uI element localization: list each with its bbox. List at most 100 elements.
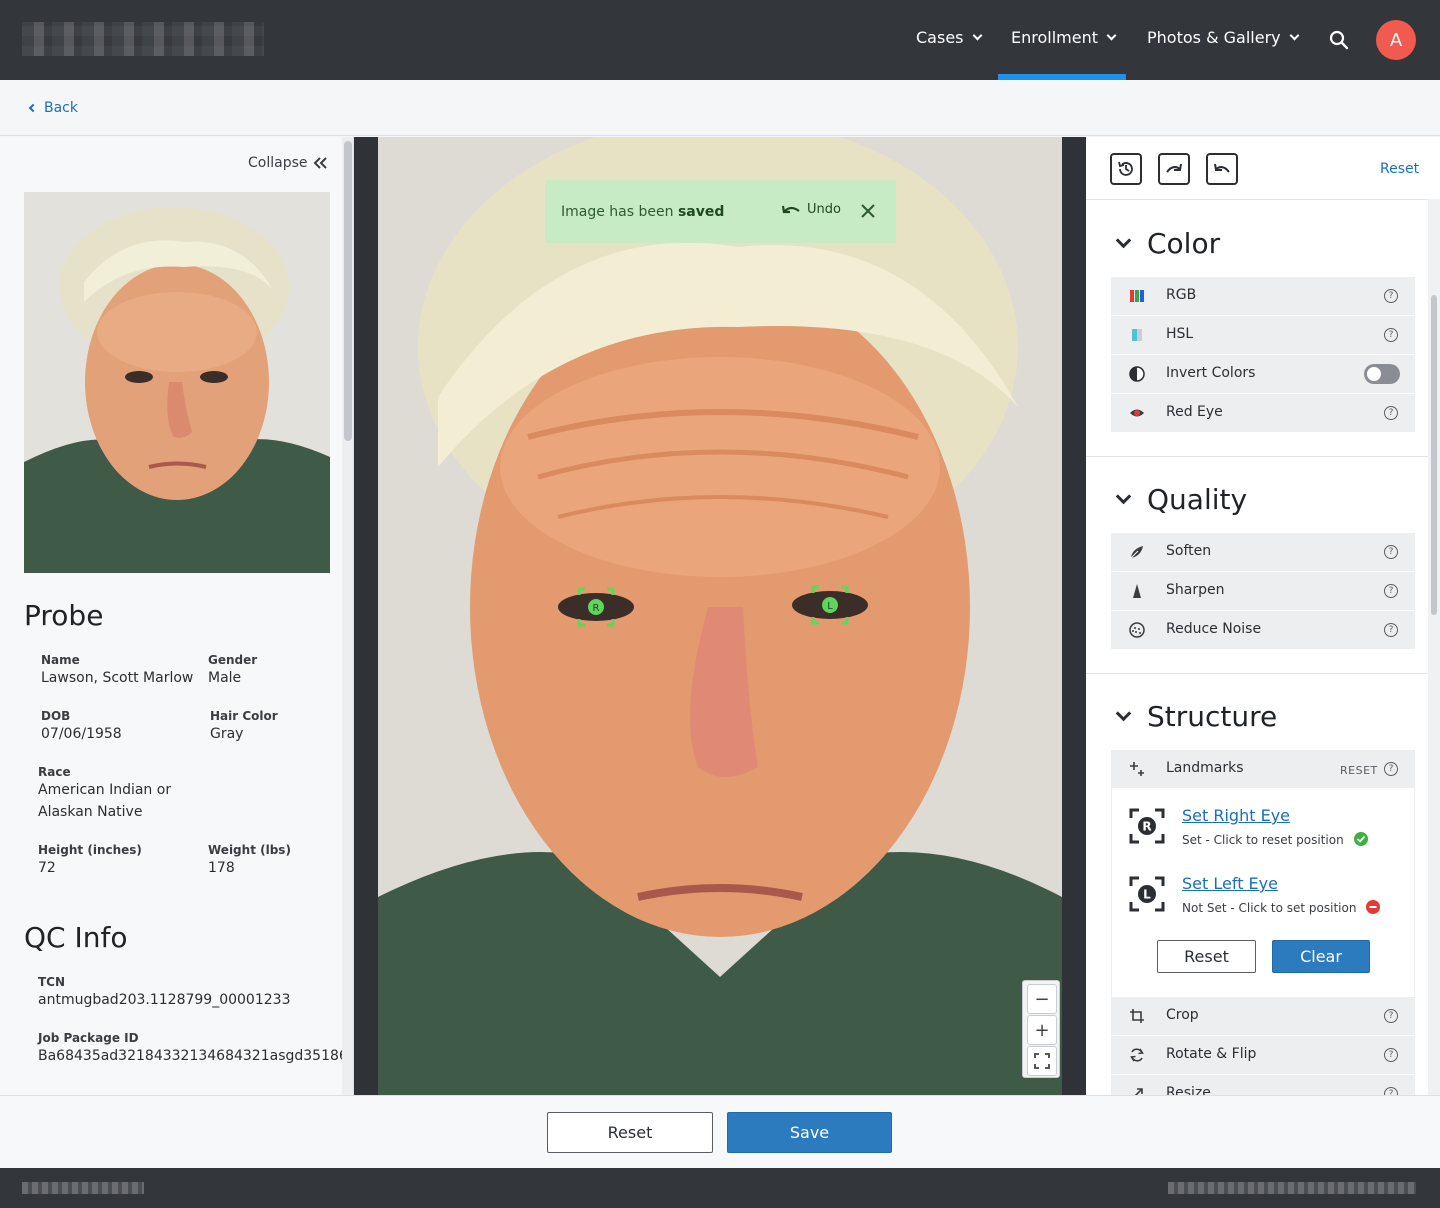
reset-button[interactable]: Reset [547, 1112, 713, 1153]
hair-color-label: Hair Color [210, 709, 278, 723]
fit-screen-button[interactable] [1027, 1046, 1057, 1076]
rgb-row[interactable]: RGB ? [1111, 277, 1415, 315]
quality-section-toggle[interactable]: Quality [1114, 483, 1247, 516]
help-icon[interactable]: ? [1384, 328, 1398, 342]
landmarks-label: Landmarks [1166, 760, 1244, 776]
hair-color-value: Gray [210, 726, 244, 742]
nav-cases-label: Cases [916, 28, 964, 47]
toggle-knob [1367, 367, 1381, 381]
back-label: Back [44, 100, 78, 116]
close-icon[interactable] [859, 202, 877, 220]
help-icon[interactable]: ? [1384, 623, 1398, 637]
structure-section-toggle[interactable]: Structure [1114, 700, 1277, 733]
right-scrollbar-thumb[interactable] [1431, 295, 1437, 615]
back-link[interactable]: Back [28, 100, 78, 116]
left-scrollbar[interactable] [342, 137, 353, 1095]
job-package-label: Job Package ID [38, 1031, 139, 1045]
feather-icon [1130, 546, 1143, 559]
landmarks-reset-tag[interactable]: RESET [1340, 764, 1378, 777]
divider [1086, 673, 1428, 674]
set-right-eye-link[interactable]: Set Right Eye [1182, 806, 1290, 825]
right-eye-status: Set - Click to reset position [1182, 832, 1368, 847]
left-scrollbar-thumb[interactable] [344, 141, 352, 441]
color-section-toggle[interactable]: Color [1114, 227, 1220, 260]
weight-label: Weight (lbs) [208, 843, 291, 857]
sharpen-row[interactable]: Sharpen ? [1111, 572, 1415, 610]
gender-label: Gender [208, 653, 258, 667]
help-icon[interactable]: ? [1384, 1087, 1398, 1095]
chevron-down-icon [1115, 488, 1132, 505]
right-eye-target-icon[interactable]: R [1129, 808, 1165, 844]
rotate-flip-row[interactable]: Rotate & Flip ? [1111, 1036, 1415, 1074]
rgb-icon [1130, 290, 1144, 302]
resize-label: Resize [1166, 1085, 1211, 1095]
red-eye-label: Red Eye [1166, 404, 1223, 420]
tcn-value: antmugbad203.1128799_00001233 [38, 992, 291, 1008]
right-eye-icon-letter: R [1142, 820, 1151, 834]
help-icon[interactable]: ? [1384, 1009, 1398, 1023]
collapse-label: Collapse [248, 155, 308, 171]
race-label: Race [38, 765, 71, 779]
left-eye-target-icon[interactable]: L [1129, 876, 1165, 912]
left-eye-status-text: Not Set - Click to set position [1182, 901, 1357, 915]
landmarks-reset-button[interactable]: Reset [1157, 940, 1256, 973]
undo-button[interactable]: Undo [781, 202, 841, 217]
help-icon[interactable]: ? [1384, 762, 1398, 776]
search-icon[interactable] [1329, 30, 1349, 50]
landmarks-row[interactable]: Landmarks RESET ? [1111, 750, 1415, 788]
undo-label: Undo [807, 202, 841, 217]
history-button[interactable] [1110, 153, 1142, 185]
toast-message: Image has been saved [561, 204, 724, 220]
structure-section-title: Structure [1147, 700, 1278, 733]
chevron-left-icon [28, 103, 38, 113]
help-icon[interactable]: ? [1384, 289, 1398, 303]
back-bar: Back [0, 80, 1440, 136]
red-eye-row[interactable]: Red Eye ? [1111, 394, 1415, 432]
reset-all-link[interactable]: Reset [1380, 161, 1419, 177]
crop-row[interactable]: Crop ? [1111, 997, 1415, 1035]
chevron-down-icon [1106, 30, 1117, 41]
probe-photo [24, 192, 330, 573]
edit-image[interactable]: R L [378, 137, 1062, 1095]
zoom-in-glyph: + [1034, 1019, 1050, 1041]
nav-enrollment-label: Enrollment [1011, 28, 1098, 47]
user-avatar[interactable]: A [1376, 20, 1416, 60]
nav-cases[interactable]: Cases [916, 28, 982, 47]
zoom-out-glyph: − [1034, 988, 1050, 1010]
redo-button[interactable] [1158, 153, 1190, 185]
footer-copyright-blurred [1168, 1182, 1416, 1194]
footer-version-blurred [22, 1182, 144, 1194]
reduce-noise-label: Reduce Noise [1166, 621, 1262, 637]
invert-colors-toggle[interactable] [1364, 364, 1400, 384]
collapse-button[interactable]: Collapse [248, 155, 328, 171]
help-icon[interactable]: ? [1384, 584, 1398, 598]
check-circle-icon [1353, 832, 1368, 846]
set-left-eye-link[interactable]: Set Left Eye [1182, 874, 1278, 893]
zoom-in-button[interactable]: + [1027, 1015, 1057, 1045]
right-scrollbar[interactable] [1428, 199, 1440, 1095]
hsl-label: HSL [1166, 326, 1194, 342]
resize-row[interactable]: Resize ? [1111, 1075, 1415, 1095]
color-section-title: Color [1147, 227, 1221, 260]
help-icon[interactable]: ? [1384, 545, 1398, 559]
footer [0, 1168, 1440, 1208]
hsl-row[interactable]: HSL ? [1111, 316, 1415, 354]
divider [1086, 456, 1428, 457]
soften-row[interactable]: Soften ? [1111, 533, 1415, 571]
double-chevron-left-icon [313, 157, 327, 169]
noise-icon [1129, 622, 1145, 638]
undo-tool-button[interactable] [1206, 153, 1238, 185]
nav-enrollment[interactable]: Enrollment [1011, 28, 1117, 47]
resize-icon [1134, 1088, 1143, 1095]
nav-photos-gallery[interactable]: Photos & Gallery [1147, 28, 1300, 47]
help-icon[interactable]: ? [1384, 1048, 1398, 1062]
app-logo[interactable] [22, 22, 264, 56]
landmarks-clear-button[interactable]: Clear [1272, 940, 1370, 973]
zoom-controls: − + [1022, 980, 1060, 1078]
gender-value: Male [208, 670, 242, 686]
help-icon[interactable]: ? [1384, 406, 1398, 420]
zoom-out-button[interactable]: − [1027, 984, 1057, 1014]
invert-colors-row[interactable]: Invert Colors [1111, 355, 1415, 393]
save-button[interactable]: Save [727, 1112, 892, 1153]
reduce-noise-row[interactable]: Reduce Noise ? [1111, 611, 1415, 649]
